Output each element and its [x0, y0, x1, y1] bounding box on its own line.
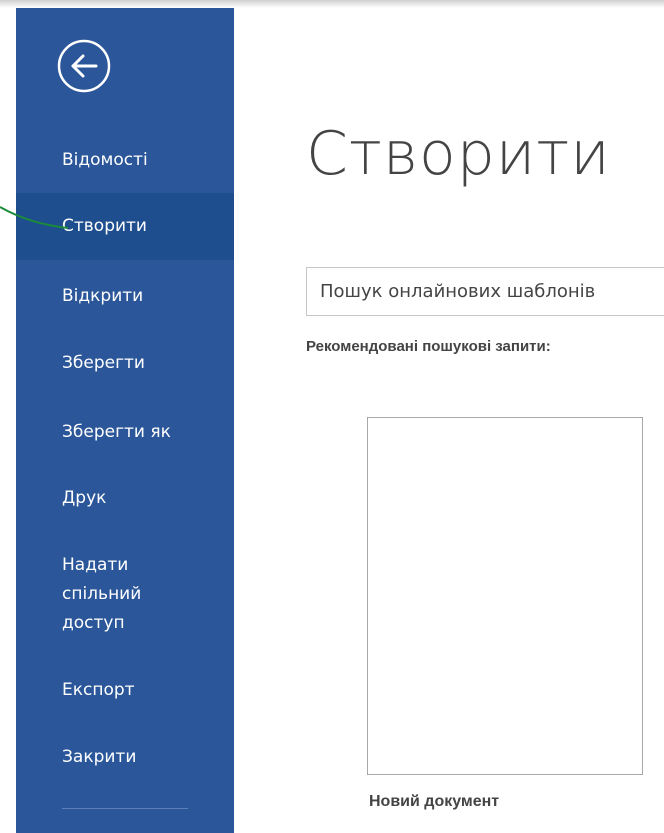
menu-item-print[interactable]: Друк — [16, 483, 234, 513]
menu-item-label: Створити — [62, 216, 147, 236]
menu-item-label: Закрити — [62, 747, 137, 767]
template-thumbnail-blank-document[interactable] — [367, 417, 643, 775]
menu-item-label: Зберегти як — [62, 422, 171, 442]
template-search-input[interactable] — [307, 268, 664, 315]
menu-item-save-as[interactable]: Зберегти як — [16, 417, 234, 447]
menu-item-new[interactable]: Створити — [16, 193, 234, 260]
back-arrow-icon — [57, 39, 111, 93]
menu-item-save[interactable]: Зберегти — [16, 348, 234, 378]
menu-item-label: Відкрити — [62, 286, 144, 306]
menu-item-label: Друк — [62, 488, 107, 508]
menu-item-label: Відомості — [62, 150, 148, 170]
menu-item-open[interactable]: Відкрити — [16, 281, 234, 311]
suggested-searches-label: Рекомендовані пошукові запити: — [306, 338, 551, 355]
menu-item-label: Надати спільний доступ — [62, 555, 142, 633]
menu-item-export[interactable]: Експорт — [16, 675, 234, 705]
word-backstage-window: Відомості Створити Відкрити Зберегти Збе… — [0, 0, 664, 833]
menu-item-close[interactable]: Закрити — [16, 742, 234, 772]
page-title: Створити — [306, 119, 611, 189]
backstage-sidebar: Відомості Створити Відкрити Зберегти Збе… — [16, 8, 234, 833]
window-left-gutter — [0, 8, 16, 833]
template-label: Новий документ — [369, 793, 500, 810]
menu-item-info[interactable]: Відомості — [16, 145, 234, 175]
menu-item-label: Зберегти — [62, 353, 145, 373]
back-button[interactable] — [56, 38, 112, 94]
menu-item-label: Експорт — [62, 680, 135, 700]
menu-item-share[interactable]: Надати спільний доступ — [16, 551, 166, 638]
window-top-edge — [0, 0, 664, 8]
template-search-box[interactable] — [306, 267, 664, 316]
menu-divider — [62, 808, 188, 809]
